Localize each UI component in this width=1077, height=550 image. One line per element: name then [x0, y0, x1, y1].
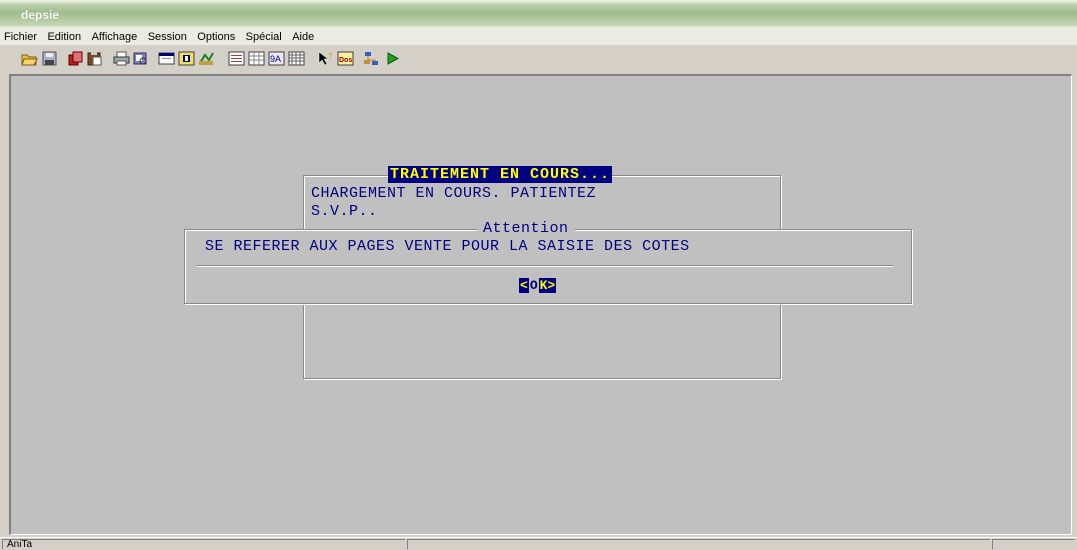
- menu-edition[interactable]: Edition: [47, 29, 81, 43]
- copy-icon[interactable]: [67, 50, 84, 66]
- alert-separator: [197, 265, 893, 267]
- toolbar: 9A ? Dos: [0, 45, 1077, 71]
- svg-text:?: ?: [328, 52, 333, 61]
- table-icon[interactable]: [248, 50, 265, 66]
- window-icon[interactable]: [158, 50, 175, 66]
- menu-options[interactable]: Options: [197, 29, 235, 43]
- ok-button-left: <: [519, 277, 529, 293]
- menu-special[interactable]: Spécial: [246, 29, 282, 43]
- ok-button[interactable]: < O K>: [519, 276, 557, 294]
- svg-text:Dos: Dos: [339, 57, 352, 64]
- menu-bar: Fichier Edition Affichage Session Option…: [0, 27, 1077, 45]
- menu-fichier[interactable]: Fichier: [4, 29, 37, 43]
- list-icon[interactable]: [228, 50, 245, 66]
- progress-title: TRAITEMENT EN COURS...: [388, 166, 613, 183]
- refresh-icon[interactable]: [198, 50, 215, 66]
- grid-icon[interactable]: [288, 50, 305, 66]
- title-bar[interactable]: depsie: [0, 0, 1077, 27]
- menu-affichage[interactable]: Affichage: [92, 29, 138, 43]
- alert-title: Attention: [477, 220, 575, 237]
- ok-button-right: K>: [538, 277, 557, 293]
- loading-message-line1: CHARGEMENT EN COURS. PATIENTEZ: [311, 185, 597, 202]
- open-folder-icon[interactable]: [21, 50, 38, 66]
- network-icon[interactable]: [363, 50, 380, 66]
- sort-icon[interactable]: 9A: [268, 50, 285, 66]
- loading-message-line2: S.V.P..: [311, 203, 378, 220]
- ok-button-mid: O: [529, 277, 538, 293]
- print-preview-icon[interactable]: [132, 50, 149, 66]
- menu-session[interactable]: Session: [148, 29, 187, 43]
- status-bar: AniTa: [0, 537, 1077, 550]
- paste-icon[interactable]: [86, 50, 103, 66]
- alert-message: SE REFERER AUX PAGES VENTE POUR LA SAISI…: [205, 238, 690, 255]
- cursor-help-icon[interactable]: ?: [317, 50, 334, 66]
- save-disk-icon[interactable]: [41, 50, 58, 66]
- window-yellow-icon[interactable]: [178, 50, 195, 66]
- docs-icon[interactable]: Dos: [337, 50, 354, 66]
- play-icon[interactable]: [384, 50, 401, 66]
- menu-aide[interactable]: Aide: [292, 29, 314, 43]
- window-title: depsie: [21, 8, 60, 22]
- print-icon[interactable]: [113, 50, 130, 66]
- svg-text:9A: 9A: [270, 54, 281, 64]
